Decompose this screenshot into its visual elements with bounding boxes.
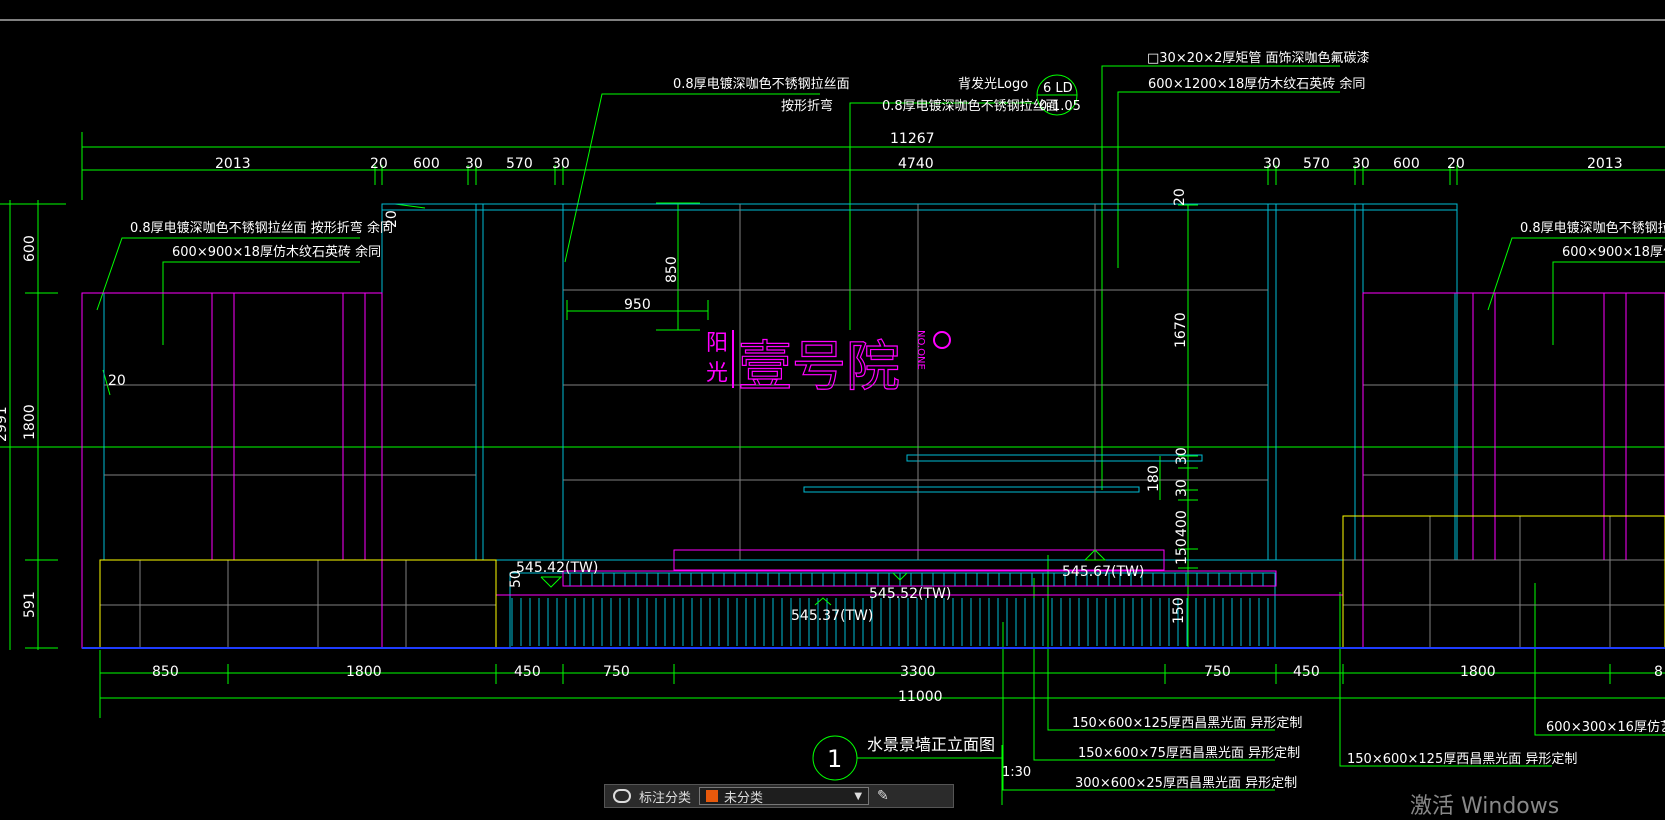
dim-top-10: 600 xyxy=(1393,156,1420,172)
dim-180: 180 xyxy=(1146,465,1162,492)
dim-top-0: 2013 xyxy=(215,156,251,172)
dim-400: 400 xyxy=(1174,510,1190,537)
logo-vertical-en: NO.ONE xyxy=(915,330,926,370)
note-logo-steel: 0.8厚电镀深咖色不锈钢拉丝面 xyxy=(882,98,1059,114)
dim-top-6: 4740 xyxy=(898,156,934,172)
dim-950: 950 xyxy=(624,297,651,313)
logo-side-char-1: 阳 xyxy=(706,331,728,356)
dim-bottom-2: 450 xyxy=(514,664,541,680)
drawing-number: 1 xyxy=(827,745,842,773)
dim-top-4: 570 xyxy=(506,156,533,172)
note-top-center-1: 0.8厚电镀深咖色不锈钢拉丝面 xyxy=(673,76,850,92)
note-left-1: 0.8厚电镀深咖色不锈钢拉丝面 按形折弯 余同 xyxy=(130,220,393,236)
elevation-label: 545.67(TW) xyxy=(1062,564,1144,580)
dim-bottom-1: 1800 xyxy=(346,664,382,680)
dim-150-a: 150 xyxy=(1174,538,1190,565)
note-bottom-2: 150×600×75厚西昌黑光面 异形定制 xyxy=(1078,746,1300,761)
elevation-label: 545.42(TW) xyxy=(516,560,598,576)
dim-top-7: 30 xyxy=(1263,156,1281,172)
logo-group: 阳 光 壹号院 NO.ONE xyxy=(706,330,951,399)
wall-outlines xyxy=(103,203,1458,649)
note-right-1: 0.8厚电镀深咖色不锈钢拉丝面 xyxy=(1520,220,1665,236)
dim-150-b: 150 xyxy=(1171,597,1187,624)
dim-20-left: 20 xyxy=(108,373,126,389)
note-stone-top: 600×1200×18厚仿木纹石英砖 余同 xyxy=(1148,76,1365,92)
dim-left-2: 591 xyxy=(22,591,38,618)
note-bottom-1: 150×600×125厚西昌黑光面 异形定制 xyxy=(1072,716,1302,731)
water-hatch xyxy=(511,573,1269,646)
dim-top-3: 30 xyxy=(465,156,483,172)
activation-watermark: 激活 Windows xyxy=(1410,794,1560,819)
dim-left-3: 2991 xyxy=(0,406,10,442)
dim-top-1: 20 xyxy=(370,156,388,172)
dim-30-b: 30 xyxy=(1174,479,1190,497)
category-select[interactable]: 未分类 ▼ xyxy=(699,787,870,806)
dim-left-0: 600 xyxy=(22,235,38,262)
note-bottom-4: 150×600×125厚西昌黑光面 异形定制 xyxy=(1347,752,1577,767)
dim-1670: 1670 xyxy=(1173,312,1189,348)
drawing-scale: 1:30 xyxy=(1002,765,1031,780)
note-right-2: 600×900×18厚仿 xyxy=(1562,245,1665,260)
note-left-2: 600×900×18厚仿木纹石英砖 余同 xyxy=(172,244,381,260)
chevron-down-icon: ▼ xyxy=(854,790,863,802)
dim-top-11: 20 xyxy=(1447,156,1465,172)
cad-drawing: 阳 光 壹号院 NO.ONE 11267 2013 20 600 30 570 … xyxy=(0,19,1665,805)
dim-top-12: 2013 xyxy=(1587,156,1623,172)
dim-bottom-8: 8 xyxy=(1654,664,1663,680)
leader-lines xyxy=(96,65,1665,805)
dim-30-a: 30 xyxy=(1174,447,1190,465)
dim-top-5: 30 xyxy=(552,156,570,172)
stone-grid xyxy=(100,204,1665,648)
dim-20-right: 20 xyxy=(1172,188,1188,206)
color-swatch-icon xyxy=(706,790,719,802)
index-bubble-bottom: 0-1.05 xyxy=(1039,99,1081,114)
note-top-center-2: 按形折弯 xyxy=(781,98,833,114)
dim-bottom-4: 3300 xyxy=(900,664,936,680)
note-bottom-5: 600×300×16厚仿艺 xyxy=(1546,720,1665,735)
dim-850: 850 xyxy=(664,256,680,283)
dim-top-9: 30 xyxy=(1352,156,1370,172)
dim-overall-top: 11267 xyxy=(890,131,935,147)
dim-bottom-6: 450 xyxy=(1293,664,1320,680)
dim-top-2: 600 xyxy=(413,156,440,172)
elevation-label: 545.52(TW) xyxy=(869,586,951,602)
detail-index-bubble: 6 LD 0-1.05 xyxy=(1036,74,1081,116)
dim-bottom-3: 750 xyxy=(603,664,630,680)
note-backlit-logo: 背发光Logo xyxy=(958,76,1028,92)
toolbar-label: 标注分类 xyxy=(639,790,692,806)
note-tube: □30×20×2厚矩管 面饰深咖色氟碳漆 xyxy=(1147,50,1370,66)
dim-bottom-5: 750 xyxy=(1204,664,1231,680)
dim-bottom-7: 1800 xyxy=(1460,664,1496,680)
logo-main-text: 壹号院 xyxy=(738,335,900,398)
logo-side-char-2: 光 xyxy=(706,361,728,386)
drawing-title: 水景景墙正立面图 xyxy=(867,735,995,754)
dim-bottom-0: 850 xyxy=(152,664,179,680)
dim-top-8: 570 xyxy=(1303,156,1330,172)
dimension-category-toolbar: 标注分类 未分类 ▼ ✎ xyxy=(604,784,954,808)
category-select-value: 未分类 xyxy=(724,790,764,806)
note-bottom-3: 300×600×25厚西昌黑光面 异形定制 xyxy=(1075,776,1297,791)
dim-overall-bottom: 11000 xyxy=(898,689,943,705)
logo-seal-icon xyxy=(933,331,951,349)
dimension-lines xyxy=(0,132,1665,718)
index-bubble-top: 6 LD xyxy=(1043,81,1073,96)
infinity-icon[interactable] xyxy=(613,789,631,803)
elevation-label: 545.37(TW) xyxy=(791,608,873,624)
dim-left-1: 1800 xyxy=(22,404,38,440)
drawing-title-block: 1 水景景墙正立面图 1:30 xyxy=(812,735,1031,781)
edit-icon[interactable]: ✎ xyxy=(877,788,889,804)
